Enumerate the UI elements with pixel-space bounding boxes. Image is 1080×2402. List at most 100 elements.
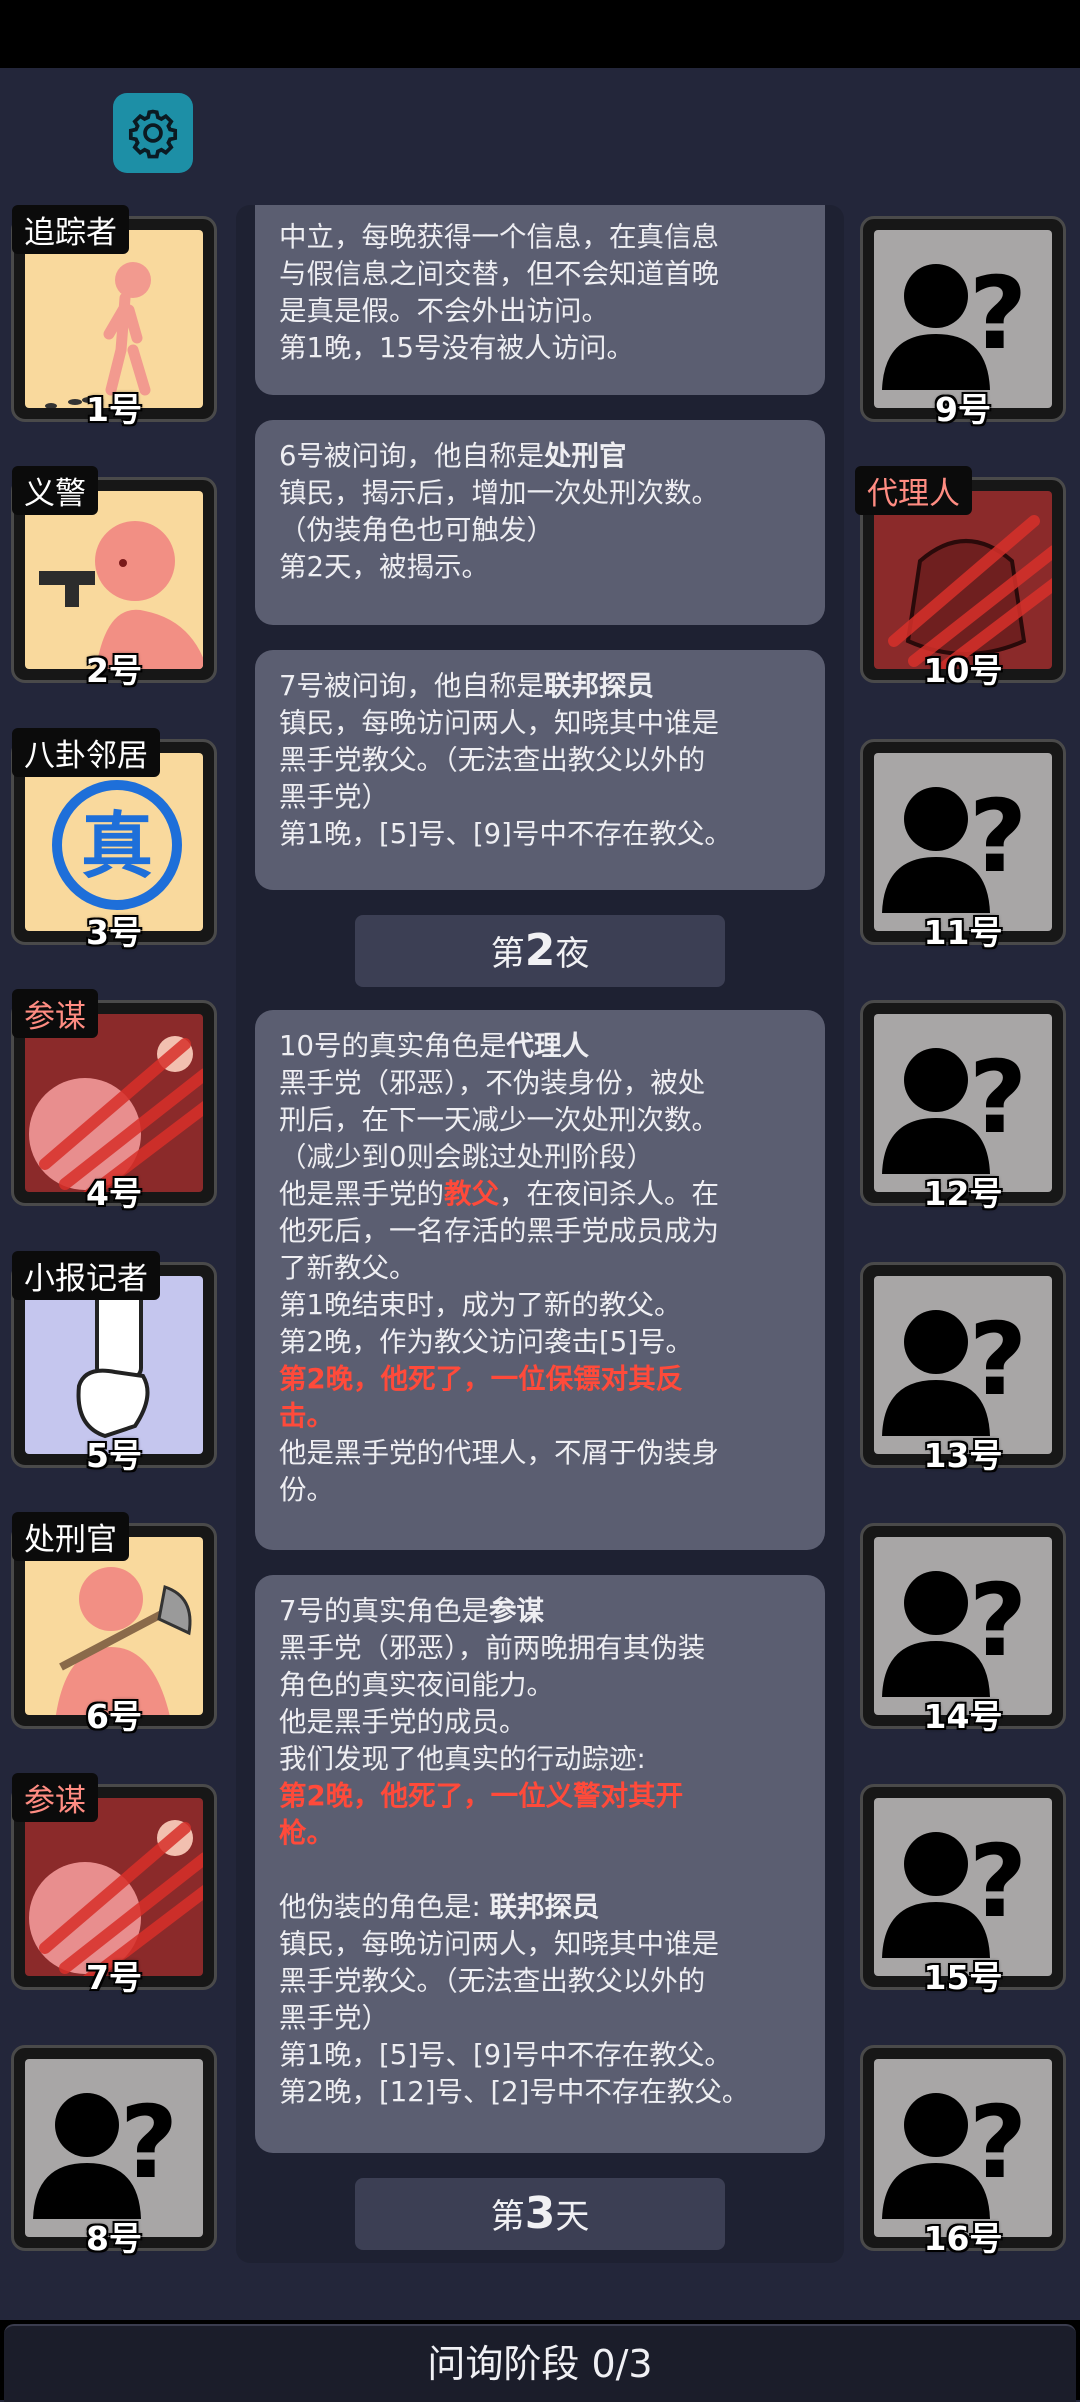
divider-suffix: 夜 [555,934,590,974]
unknown-role-portrait: ? [25,2059,203,2237]
role-label: 代理人 [855,466,972,515]
death-line: 第2晚，他死了，一位保镖对其反 [279,1363,684,1395]
player-card-9[interactable]: ? 9号 [860,216,1066,429]
log-entry: 7号被问询，他自称是联邦探员 镇民，每晚访问两人，知晓其中谁是 黑手党教父。（无… [255,650,825,890]
player-number: 9号 [935,390,991,429]
log-line: 黑手党（邪恶），前两晚拥有其伪装 [279,1632,706,1664]
player-card-5[interactable]: 小报记者 5号 [11,1251,217,1475]
day-divider: 第3天 [355,2178,725,2250]
player-number: 14号 [923,1697,1003,1736]
log-line: 第2晚，[12]号、[2]号中不存在教父。 [279,2076,750,2108]
log-line: 刑后，在下一天减少一次处刑次数。 [279,1104,719,1136]
status-bar [0,0,1080,68]
role-label: 小报记者 [12,1251,160,1300]
unknown-person-icon: ? [882,1301,1027,1436]
player-card-15[interactable]: ? 15号 [860,1784,1066,1997]
unknown-role-portrait: ? [874,1014,1052,1192]
player-card-1[interactable]: 追踪者 1号 [11,205,217,429]
role-portrait-dead [25,1014,203,1192]
log-line: 份。 [279,1474,334,1506]
role-label: 八卦邻居 [12,728,160,777]
player-card-7[interactable]: 参谋 7号 [11,1773,217,1997]
death-line: 第2晚，他死了，一位义警对其开 [279,1780,684,1812]
svg-text:?: ? [969,2084,1027,2201]
role-label: 义警 [12,466,98,515]
role-label: 参谋 [12,989,98,1038]
player-card-10[interactable]: 代理人 10号 [855,466,1066,690]
svg-text:?: ? [969,1039,1027,1156]
phase-footer: 问询阶段 0/3 [0,2320,1080,2402]
player-card-11[interactable]: ? 11号 [860,739,1066,952]
log-entry: 10号的真实角色是代理人 黑手党（邪恶），不伪装身份，被处 刑后，在下一天减少一… [255,1010,825,1550]
log-entry: 6号被问询，他自称是处刑官 镇民，揭示后，增加一次处刑次数。 （伪装角色也可触发… [255,420,825,625]
log-entry: 7号的真实角色是参谋 黑手党（邪恶），前两晚拥有其伪装 角色的真实夜间能力。 他… [255,1575,825,2153]
player-number: 13号 [923,1436,1003,1475]
role-portrait-gossip: 真 [25,753,203,931]
log-entry: 中立，每晚获得一个信息，在真信息 与假信息之间交替，但不会知道首晚 是真是假。不… [255,205,825,395]
divider-suffix: 天 [555,2197,590,2237]
gear-icon [128,109,178,159]
unknown-person-icon: ? [882,255,1027,390]
role-portrait-dead [874,491,1052,669]
log-line: 10号的真实角色是 [279,1030,507,1062]
settings-button[interactable] [113,93,193,173]
log-line: 7号的真实角色是 [279,1595,489,1627]
player-card-16[interactable]: ? 16号 [860,2045,1066,2258]
svg-text:真: 真 [81,804,153,888]
role-label: 处刑官 [12,1512,129,1561]
player-card-12[interactable]: ? 12号 [860,1000,1066,1213]
svg-text:?: ? [969,1562,1027,1679]
player-number: 16号 [923,2219,1003,2258]
log-line: 他是黑手党的成员。 [279,1706,527,1738]
divider-number: 2 [524,925,556,976]
phase-status: 问询阶段 0/3 [4,2324,1076,2402]
player-number: 7号 [86,1958,142,1997]
player-card-3[interactable]: 真 八卦邻居 3号 [11,728,217,952]
player-number: 3号 [86,913,142,952]
log-line: 黑手党） [279,781,389,813]
log-line: 镇民，揭示后，增加一次处刑次数。 [279,477,719,509]
player-number: 10号 [923,651,1003,690]
unknown-person-icon: ? [882,1039,1027,1174]
player-number: 4号 [86,1174,142,1213]
log-line: 他死后，一名存活的黑手党成员成为 [279,1215,719,1247]
player-card-8[interactable]: ? 8号 [11,2045,217,2258]
player-number: 8号 [86,2219,142,2258]
player-card-13[interactable]: ? 13号 [860,1262,1066,1475]
death-line: 枪。 [279,1817,334,1849]
divider-prefix: 第 [490,934,525,974]
log-line: 第1晚，[5]号、[9]号中不存在教父。 [279,2039,732,2071]
log-line: 镇民，每晚访问两人，知晓其中谁是 [279,1928,719,1960]
player-card-6[interactable]: 处刑官 6号 [11,1512,217,1736]
log-line: 黑手党（邪恶），不伪装身份，被处 [279,1067,706,1099]
player-card-2[interactable]: 义警 2号 [11,466,217,690]
log-line: 我们发现了他真实的行动踪迹: [279,1743,646,1775]
player-number: 12号 [923,1174,1003,1213]
player-card-4[interactable]: 参谋 4号 [11,989,217,1213]
divider-number: 3 [524,2188,556,2239]
unknown-person-icon: ? [882,1562,1027,1697]
svg-text:?: ? [969,1301,1027,1418]
unknown-role-portrait: ? [874,230,1052,408]
divider-prefix: 第 [490,2197,525,2237]
claimed-role: 处刑官 [544,440,627,472]
svg-text:?: ? [969,778,1027,895]
svg-text:?: ? [120,2084,178,2201]
log-line: 他是黑手党的 [279,1178,444,1210]
unknown-person-icon: ? [882,778,1027,913]
role-portrait-tracker [25,230,203,408]
log-line: 与假信息之间交替，但不会知道首晚 [279,258,719,290]
night-divider: 第2夜 [355,915,725,987]
log-line: ，在夜间杀人。在 [499,1178,719,1210]
player-number: 1号 [86,390,142,429]
role-portrait-dead [25,1798,203,1976]
log-line: 他是黑手党的代理人，不屑于伪装身 [279,1437,719,1469]
unknown-role-portrait: ? [874,2059,1052,2237]
svg-text:?: ? [969,255,1027,372]
player-card-14[interactable]: ? 14号 [860,1523,1066,1736]
player-number: 2号 [86,651,142,690]
role-portrait-vigilante [25,491,203,669]
unknown-role-portrait: ? [874,1537,1052,1715]
log-line: 他伪装的角色是: [279,1891,490,1923]
unknown-role-portrait: ? [874,1276,1052,1454]
